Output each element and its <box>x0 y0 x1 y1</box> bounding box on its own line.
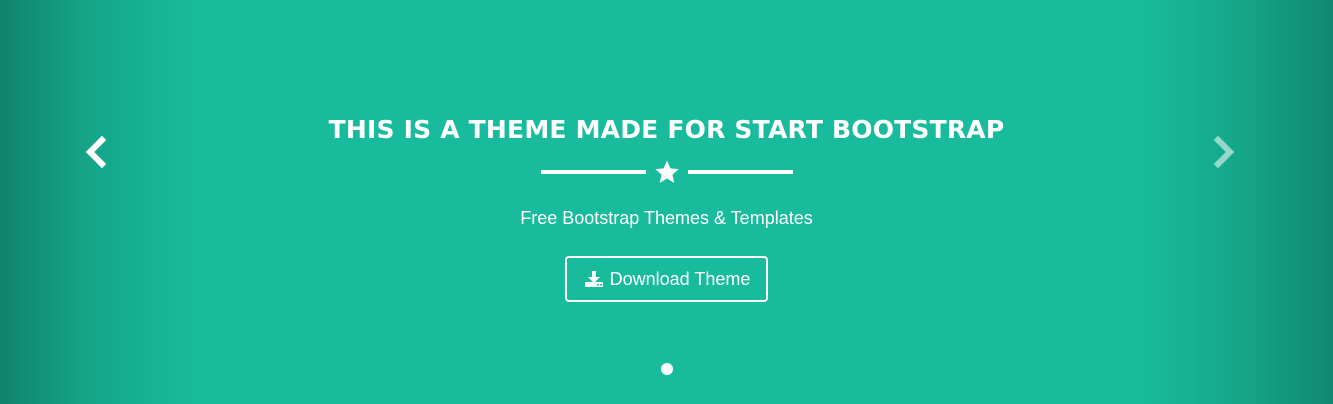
download-theme-button[interactable]: Download Theme <box>564 256 769 302</box>
carousel-indicators <box>0 363 1333 375</box>
download-icon <box>584 270 604 288</box>
carousel-caption: THIS IS A THEME MADE FOR START BOOTSTRAP… <box>0 112 1333 302</box>
divider-line-left <box>540 170 646 174</box>
carousel-indicator-active[interactable] <box>660 363 673 375</box>
download-button-label: Download Theme <box>609 268 751 289</box>
slide-subtitle: Free Bootstrap Themes & Templates <box>520 208 813 228</box>
star-divider <box>0 159 1333 185</box>
divider-line-right <box>687 170 793 174</box>
hero-carousel: THIS IS A THEME MADE FOR START BOOTSTRAP… <box>0 0 1333 404</box>
slide-headline: THIS IS A THEME MADE FOR START BOOTSTRAP <box>328 115 1005 144</box>
star-icon <box>654 159 680 185</box>
